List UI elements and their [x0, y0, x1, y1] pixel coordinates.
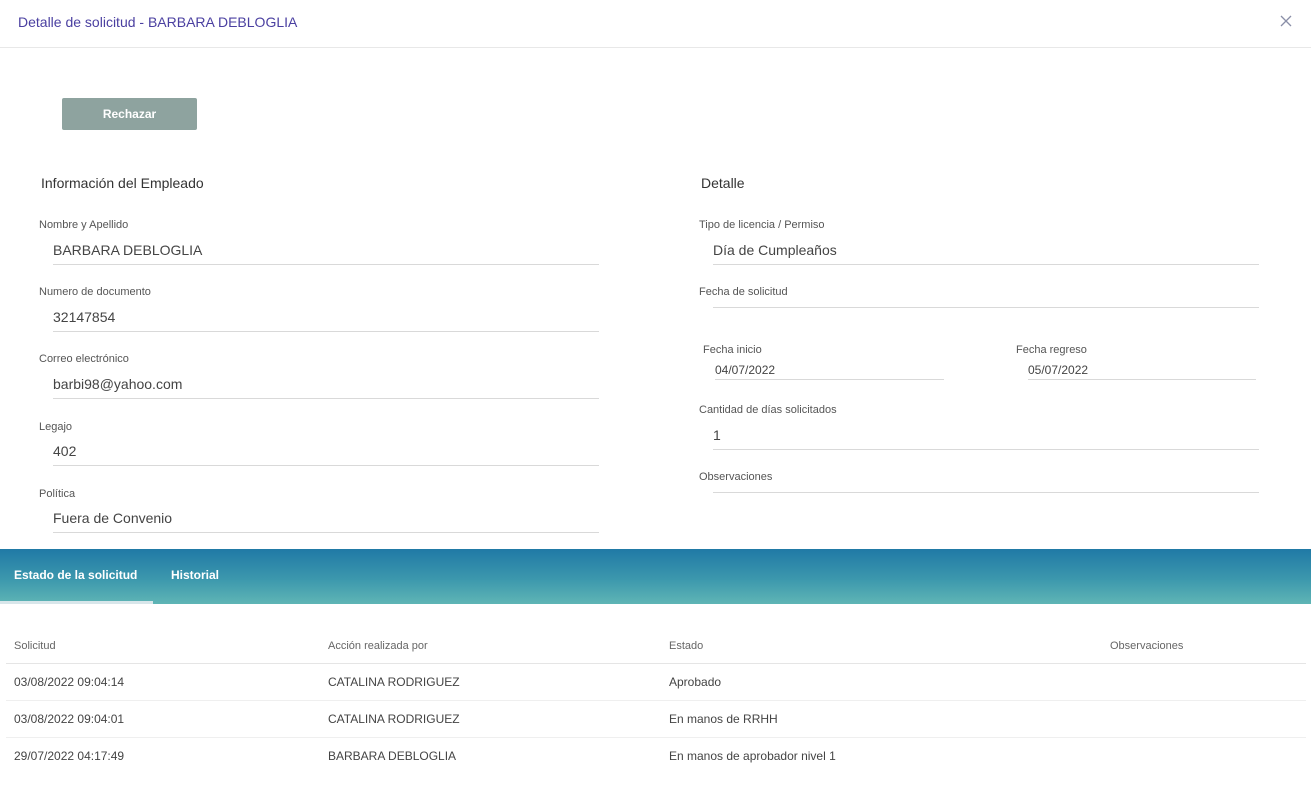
- cell-request-date: 29/07/2022 04:17:49: [14, 749, 125, 763]
- close-icon[interactable]: [1275, 10, 1297, 32]
- tab-history[interactable]: Historial: [157, 549, 233, 604]
- column-header-observations: Observaciones: [1110, 640, 1184, 652]
- cell-request-date: 03/08/2022 09:04:14: [14, 675, 125, 689]
- tabs-bar: Estado de la solicitud Historial: [0, 549, 1311, 604]
- start-date-field: 04/07/2022: [715, 361, 944, 380]
- table-row: 03/08/2022 09:04:14 CATALINA RODRIGUEZ A…: [6, 664, 1306, 701]
- employee-id-label: Legajo: [39, 421, 73, 433]
- request-detail-modal: Detalle de solicitud - BARBARA DEBLOGLIA…: [0, 0, 1311, 786]
- tab-request-status[interactable]: Estado de la solicitud: [0, 549, 153, 604]
- close-icon-glyph: [1280, 15, 1292, 27]
- days-requested-label: Cantidad de días solicitados: [699, 404, 837, 416]
- email-label: Correo electrónico: [39, 353, 129, 365]
- cell-status: En manos de aprobador nivel 1: [669, 749, 836, 763]
- column-header-action-by: Acción realizada por: [328, 640, 428, 652]
- observations-field: [713, 469, 1259, 493]
- request-date-field: [713, 284, 1259, 308]
- table-row: 29/07/2022 04:17:49 BARBARA DEBLOGLIA En…: [6, 738, 1306, 775]
- policy-label: Política: [39, 488, 76, 500]
- table-row: 03/08/2022 09:04:01 CATALINA RODRIGUEZ E…: [6, 701, 1306, 738]
- days-requested-field: 1: [713, 426, 1259, 450]
- modal-title: Detalle de solicitud - BARBARA DEBLOGLIA: [18, 14, 298, 30]
- employee-id-field: 402: [53, 442, 599, 466]
- leave-type-field: Día de Cumpleaños: [713, 241, 1259, 265]
- cell-request-date: 03/08/2022 09:04:01: [14, 712, 125, 726]
- return-date-label: Fecha regreso: [1016, 344, 1087, 356]
- table-header: Solicitud Acción realizada por Estado Ob…: [6, 628, 1306, 664]
- employee-section-title: Información del Empleado: [41, 175, 204, 191]
- column-header-request: Solicitud: [14, 640, 56, 652]
- cell-action-by: CATALINA RODRIGUEZ: [328, 675, 460, 689]
- email-field: barbi98@yahoo.com: [53, 375, 599, 399]
- start-date-label: Fecha inicio: [703, 344, 762, 356]
- cell-status: En manos de RRHH: [669, 712, 778, 726]
- column-header-status: Estado: [669, 640, 704, 652]
- leave-type-label: Tipo de licencia / Permiso: [699, 219, 825, 231]
- detail-section-title: Detalle: [701, 175, 745, 191]
- document-number-field: 32147854: [53, 308, 599, 332]
- reject-button[interactable]: Rechazar: [62, 98, 197, 130]
- return-date-field: 05/07/2022: [1028, 361, 1256, 380]
- cell-action-by: CATALINA RODRIGUEZ: [328, 712, 460, 726]
- cell-action-by: BARBARA DEBLOGLIA: [328, 749, 457, 763]
- modal-header: Detalle de solicitud - BARBARA DEBLOGLIA: [0, 0, 1311, 48]
- full-name-field: BARBARA DEBLOGLIA: [53, 241, 599, 265]
- full-name-label: Nombre y Apellido: [39, 219, 129, 231]
- cell-status: Aprobado: [669, 675, 722, 689]
- policy-field: Fuera de Convenio: [53, 509, 599, 533]
- document-number-label: Numero de documento: [39, 286, 151, 298]
- status-table: Solicitud Acción realizada por Estado Ob…: [6, 628, 1306, 775]
